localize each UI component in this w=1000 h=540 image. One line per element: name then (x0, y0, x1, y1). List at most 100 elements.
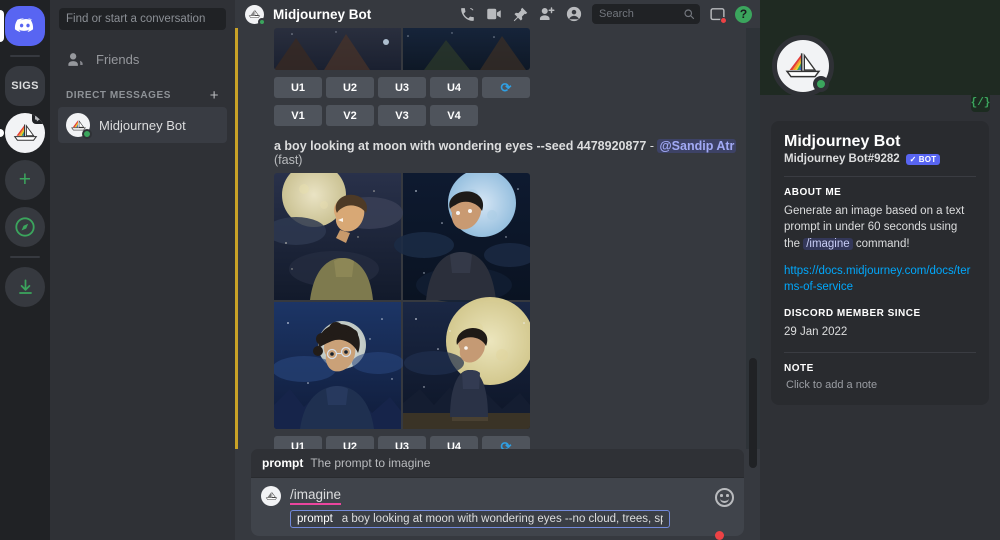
message-separator: - (649, 139, 654, 153)
button-u3-current[interactable]: U3 (378, 436, 426, 449)
button-u2[interactable]: U2 (326, 77, 374, 98)
argument-key: prompt (297, 513, 333, 525)
generated-image-grid-previous[interactable] (274, 28, 530, 70)
command-input-box[interactable]: /imagine prompt a boy looking at moon wi… (251, 478, 744, 540)
discord-app: SIGS + Find or start a conversation Frie… (0, 0, 1000, 540)
pin-icon[interactable] (512, 6, 529, 23)
profile-banner: {/} (760, 0, 1000, 112)
previous-image-grid[interactable] (274, 28, 746, 70)
note-header: NOTE (784, 362, 814, 374)
search-input[interactable]: Search (592, 4, 700, 24)
note-input[interactable]: Click to add a note (784, 379, 976, 391)
grid-cell-3 (274, 302, 404, 429)
call-icon[interactable] (459, 6, 476, 23)
profile-name: Midjourney Bot (784, 133, 901, 150)
variation-button-row-previous: V1 V2 V3 V4 (274, 105, 746, 126)
server-icon-sigs-label: SIGS (11, 80, 39, 92)
status-badge (82, 129, 92, 139)
button-reroll-current[interactable]: ⟳ (482, 436, 530, 449)
profile-card: Midjourney Bot Midjourney Bot#9282 ✓ BOT… (771, 121, 989, 405)
about-me-body: Generate an image based on a text prompt… (784, 203, 976, 252)
download-apps-button[interactable] (5, 267, 45, 307)
inbox-icon[interactable] (709, 6, 727, 24)
server-rail-midjourney-wrap (0, 113, 50, 153)
scrollbar-thumb[interactable] (749, 358, 757, 468)
command-content: /imagine prompt a boy looking at moon wi… (290, 486, 706, 528)
sailboat-icon (13, 124, 37, 141)
button-reroll[interactable]: ⟳ (482, 77, 530, 98)
message-prompt-text: a boy looking at moon with wondering eye… (274, 139, 647, 153)
member-since-header: DISCORD MEMBER SINCE (784, 308, 921, 320)
dm-section-header: DIRECT MESSAGES + (58, 74, 227, 107)
compass-icon (15, 217, 35, 237)
server-rail-add-wrap: + (0, 160, 50, 200)
add-server-label: + (18, 168, 32, 191)
new-dm-button[interactable]: + (210, 88, 219, 103)
message-scrollbar[interactable] (746, 28, 760, 468)
chat-bubble-icon (35, 113, 44, 122)
server-rail-home-wrap (0, 6, 50, 46)
server-rail-sigs-wrap: SIGS (0, 66, 50, 106)
button-u4[interactable]: U4 (430, 77, 478, 98)
dm-sidebar: Friends DIRECT MESSAGES + Midjou (50, 0, 235, 540)
user-panel (50, 522, 235, 540)
search-conversation-input[interactable] (59, 8, 226, 30)
sidebar-item-friends[interactable]: Friends (58, 44, 227, 74)
dm-section-title: DIRECT MESSAGES (66, 90, 171, 101)
channel-header: Midjourney Bot Search ? (235, 0, 760, 28)
slash-command-label[interactable]: /imagine (290, 487, 342, 505)
unread-server-pill (0, 129, 4, 137)
dm-item-midjourney-bot[interactable]: Midjourney Bot (58, 107, 227, 143)
button-u2-current[interactable]: U2 (326, 436, 374, 449)
message-composer: prompt The prompt to imagine /imagine pr… (235, 449, 760, 540)
slash-command-badge[interactable]: {/} (971, 93, 990, 112)
add-server-button[interactable]: + (5, 160, 45, 200)
profile-avatar[interactable] (772, 35, 834, 97)
grid-cell-1 (274, 173, 403, 300)
bot-badge-check: ✓ (909, 154, 917, 164)
emoji-icon[interactable] (715, 488, 734, 507)
command-option-key: prompt (262, 456, 304, 470)
help-icon[interactable]: ? (735, 5, 752, 23)
button-u4-current[interactable]: U4 (430, 436, 478, 449)
composer-avatar (261, 486, 281, 506)
composer-actions (715, 486, 734, 507)
call-glyph (461, 7, 474, 21)
server-icon-midjourney[interactable] (5, 113, 45, 153)
sailboat-icon (248, 9, 261, 18)
profile-tag: Midjourney Bot#9282 (784, 153, 900, 165)
about-me-header: ABOUT ME (784, 187, 842, 198)
button-u1[interactable]: U1 (274, 77, 322, 98)
emoji-mouth (720, 498, 729, 503)
explore-servers-button[interactable] (5, 207, 45, 247)
add-friend-icon[interactable] (538, 5, 556, 23)
terms-of-service-link[interactable]: https://docs.midjourney.com/docs/terms-o… (784, 263, 976, 295)
button-v3[interactable]: V3 (378, 105, 426, 126)
command-argument-chip[interactable]: prompt a boy looking at moon with wonder… (290, 510, 670, 528)
profile-icon[interactable] (565, 5, 583, 23)
generated-image-grid[interactable] (274, 173, 530, 429)
button-v2[interactable]: V2 (326, 105, 374, 126)
recording-indicator (715, 531, 724, 540)
upscale-button-row: U1 U2 U3 U4 ⟳ (274, 436, 746, 449)
server-icon-discord-home[interactable] (5, 6, 45, 46)
server-icon-sigs[interactable]: SIGS (5, 66, 45, 106)
user-mention[interactable]: @Sandip Atr (657, 139, 737, 153)
argument-value[interactable]: a boy looking at moon with wondering eye… (342, 513, 663, 525)
profile-divider-1 (784, 176, 976, 177)
search-placeholder: Search (599, 8, 634, 20)
sailboat-icon (265, 491, 277, 500)
help-glyph: ? (735, 5, 752, 23)
button-u3[interactable]: U3 (378, 77, 426, 98)
button-u1-current[interactable]: U1 (274, 436, 322, 449)
grid-cell-2 (394, 173, 530, 303)
command-option-desc: The prompt to imagine (310, 456, 431, 470)
video-icon[interactable] (485, 5, 503, 23)
server-rail-download-wrap (0, 267, 50, 307)
button-v1[interactable]: V1 (274, 105, 322, 126)
friends-icon (68, 52, 83, 66)
profile-tag-row: Midjourney Bot#9282 ✓ BOT (784, 153, 976, 165)
button-v4[interactable]: V4 (430, 105, 478, 126)
message-scroller[interactable]: U1 U2 U3 U4 ⟳ V1 V2 V3 V4 a boy looking … (238, 28, 746, 449)
server-notification-badge (32, 113, 45, 124)
